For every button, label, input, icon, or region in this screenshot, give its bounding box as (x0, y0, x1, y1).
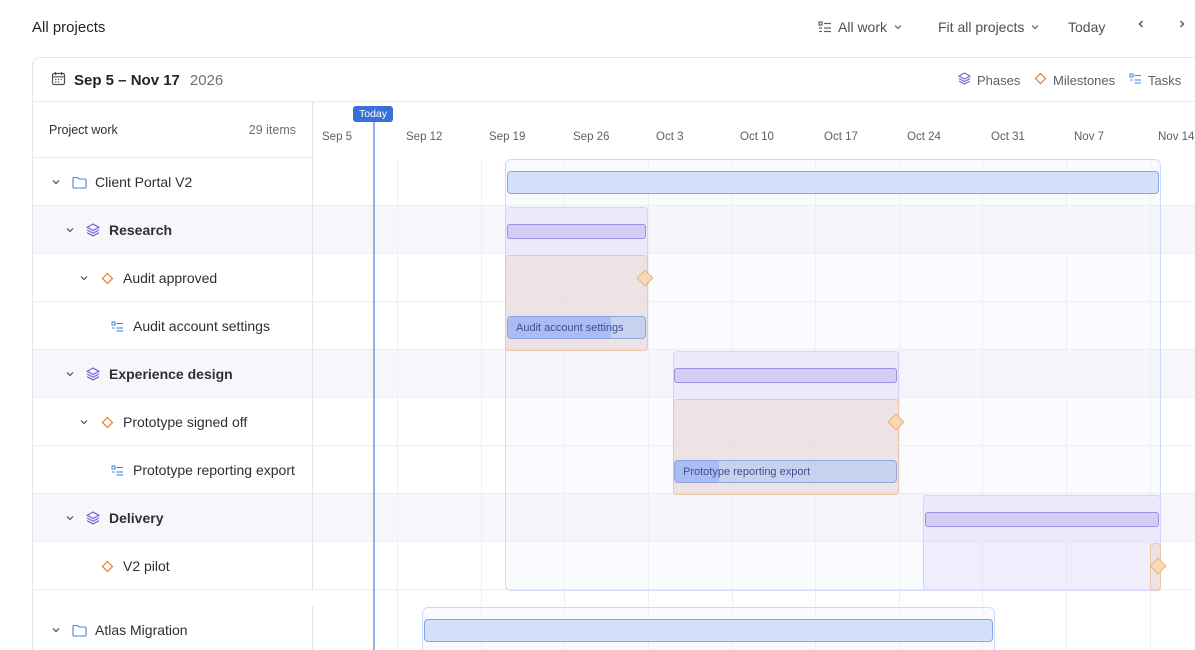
diamond-icon (99, 270, 115, 286)
task-bar[interactable]: Prototype reporting export (674, 460, 897, 483)
next-button[interactable] (1177, 19, 1187, 29)
tick-label: Sep 12 (406, 131, 443, 143)
chevron-right-icon (1177, 19, 1187, 29)
layers-icon (85, 222, 101, 238)
grid-line (481, 158, 482, 650)
legend-tasks-label: Tasks (1148, 72, 1182, 88)
card-header: Sep 5 – Nov 17 2026 Phases Milestones Ta… (33, 58, 1195, 102)
phase-bar[interactable] (507, 224, 646, 239)
milestone-label: Prototype signed off (123, 414, 248, 430)
legend-milestones[interactable]: Milestones (1034, 72, 1115, 88)
all-work-label: All work (838, 19, 888, 35)
task-label: Audit account settings (133, 318, 270, 334)
project-bar[interactable] (507, 171, 1159, 194)
diamond-icon (99, 558, 115, 574)
date-range-year: 2026 (189, 72, 224, 89)
project-bar[interactable] (424, 619, 993, 642)
tick-label: Oct 10 (740, 131, 774, 143)
folder-icon (71, 174, 87, 190)
today-line (373, 114, 375, 650)
folder-icon (71, 622, 87, 638)
phase-bar[interactable] (674, 368, 897, 383)
tick-label: Nov 14 (1158, 131, 1195, 143)
chevron-down-icon[interactable] (63, 511, 77, 525)
all-work-filter-button[interactable]: All work (818, 19, 903, 35)
project-label: Atlas Migration (95, 622, 188, 638)
task-bar-label: Audit account settings (516, 322, 624, 334)
chevron-down-icon[interactable] (49, 175, 63, 189)
task-label: Prototype reporting export (133, 462, 295, 478)
tick-label: Oct 24 (907, 131, 941, 143)
today-marker: Today (353, 106, 394, 122)
phase-container (923, 495, 1161, 591)
chevron-down-icon[interactable] (77, 271, 91, 285)
list-header: Project work 29 items (33, 102, 313, 158)
calendar-icon (51, 71, 66, 90)
item-count: 29 items (248, 123, 296, 137)
chevron-down-icon[interactable] (63, 223, 77, 237)
previous-button[interactable] (1136, 19, 1146, 29)
diamond-icon (1034, 72, 1047, 88)
date-range[interactable]: Sep 5 – Nov 17 2026 (51, 71, 223, 90)
layers-icon (85, 510, 101, 526)
tick-label: Oct 17 (824, 131, 858, 143)
chevron-down-icon (893, 22, 903, 32)
layers-icon (85, 366, 101, 382)
tick-label: Nov 7 (1074, 131, 1105, 143)
milestone-label: V2 pilot (123, 558, 170, 574)
task-list-icon (1129, 72, 1142, 88)
page-title: All projects (32, 19, 106, 36)
top-toolbar: All projects All work Fit all projects T… (0, 0, 1195, 56)
gantt-card: Sep 5 – Nov 17 2026 Phases Milestones Ta… (32, 57, 1195, 650)
grid-line (397, 158, 398, 650)
phase-bar[interactable] (925, 512, 1159, 527)
tick-label: Sep 19 (489, 131, 526, 143)
phase-label: Experience design (109, 366, 233, 382)
tick-label: Oct 31 (991, 131, 1025, 143)
task-bar-label: Prototype reporting export (683, 466, 811, 478)
task-list-icon (109, 318, 125, 334)
legend-tasks[interactable]: Tasks (1129, 72, 1181, 88)
chevron-down-icon[interactable] (77, 415, 91, 429)
project-label: Client Portal V2 (95, 174, 193, 190)
chevron-left-icon (1136, 19, 1146, 29)
chevron-down-icon[interactable] (63, 367, 77, 381)
diamond-icon (99, 414, 115, 430)
phase-label: Delivery (109, 510, 164, 526)
tick-label: Sep 5 (322, 131, 353, 143)
tick-label: Oct 3 (656, 131, 684, 143)
today-button[interactable]: Today (1068, 19, 1105, 35)
task-bar[interactable]: Audit account settings (507, 316, 646, 339)
list-filter-icon (818, 20, 832, 34)
milestone-label: Audit approved (123, 270, 218, 286)
chevron-down-icon[interactable] (49, 623, 63, 637)
date-range-text: Sep 5 – Nov 17 (74, 72, 180, 89)
phase-label: Research (109, 222, 173, 238)
list-header-label: Project work (49, 123, 118, 137)
timeline: Sep 5 Sep 12 Sep 19 Sep 26 Oct 3 Oct 10 … (314, 102, 1195, 650)
fit-all-projects-button[interactable]: Fit all projects (938, 19, 1040, 35)
legend-phases-label: Phases (977, 72, 1021, 88)
layers-icon (957, 72, 972, 88)
task-list-icon (109, 462, 125, 478)
tick-label: Sep 26 (573, 131, 610, 143)
legend-milestones-label: Milestones (1053, 72, 1116, 88)
chevron-down-icon (1030, 22, 1040, 32)
fit-label: Fit all projects (938, 19, 1025, 35)
legend-phases[interactable]: Phases (957, 72, 1021, 88)
